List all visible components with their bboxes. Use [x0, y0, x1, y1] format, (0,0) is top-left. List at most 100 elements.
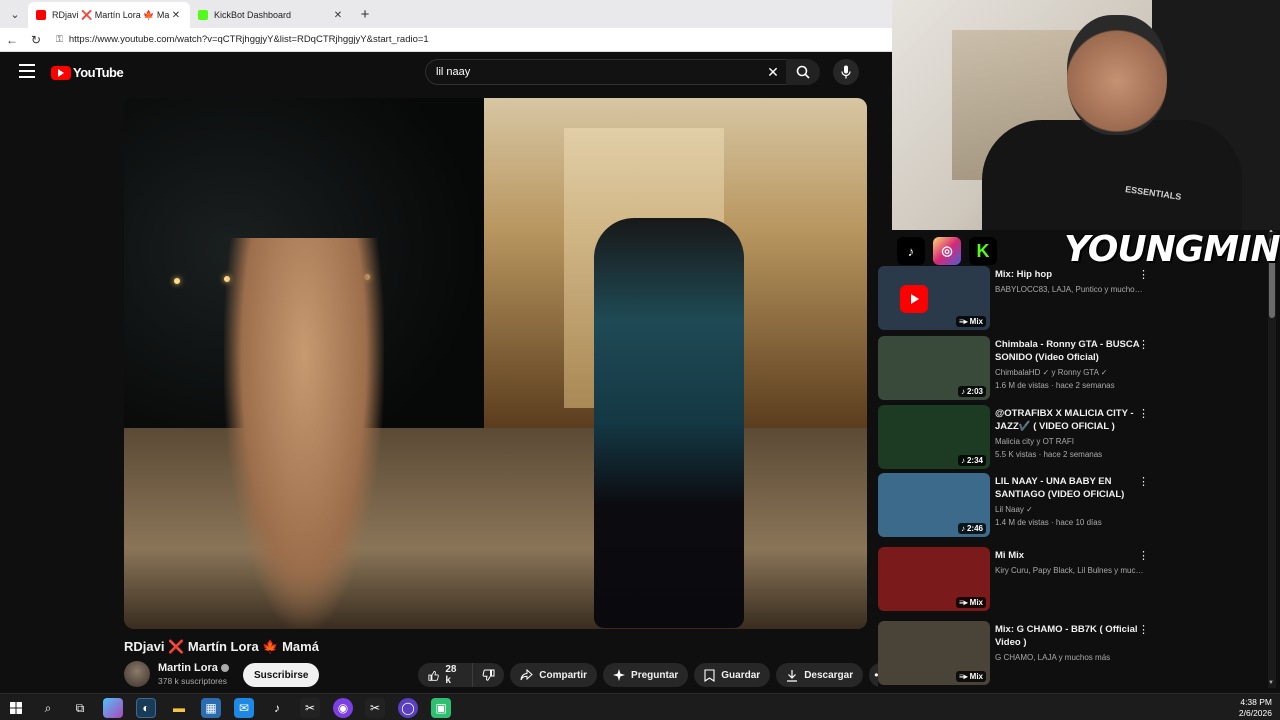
youtube-play-icon	[51, 65, 71, 80]
new-tab-button[interactable]: +	[352, 6, 378, 23]
video-frame-person	[594, 218, 744, 628]
app-icon[interactable]: ◉	[333, 698, 353, 718]
list-item[interactable]: ♪ 2:34 @OTRAFIBX X MALICIA CITY - JAZZ✔️ …	[878, 405, 1268, 471]
youtube-page: YouTube lil naay ✕ RDjavi ❌ Martín Lora …	[3, 53, 892, 691]
youtube-icon	[900, 285, 928, 313]
menu-icon[interactable]	[19, 64, 35, 78]
rec-title[interactable]: Mi Mix	[995, 549, 1145, 562]
rec-stats: 1.4 M de vistas · hace 10 días	[995, 518, 1102, 527]
mail-icon[interactable]: ✉	[234, 698, 254, 718]
channel-name[interactable]: Martin Lora	[158, 662, 229, 674]
search-icon[interactable]: ⌕	[38, 698, 58, 718]
save-button[interactable]: Guardar	[694, 663, 771, 687]
mix-badge: ≡▸ Mix	[955, 671, 986, 682]
video-thumbnail[interactable]: ♪ 2:46	[878, 473, 990, 537]
tab-title: RDjavi ❌ Martín Lora 🍁 Mamá - YouTube	[52, 9, 170, 20]
sparkle-icon	[613, 669, 626, 681]
duration-badge: ♪ 2:03	[957, 386, 986, 397]
tiktok-app-icon[interactable]: ♪	[267, 698, 287, 718]
video-actions: 28 k Compartir Preguntar Guardar Descarg…	[418, 663, 892, 687]
rec-stats: 5.5 K vistas · hace 2 semanas	[995, 450, 1103, 459]
tab-list-menu-button[interactable]: ⌄	[2, 3, 28, 25]
list-item[interactable]: ≡▸ Mix Mix: G CHAMO - BB7K ( Official Vid…	[878, 621, 1268, 687]
file-explorer-icon[interactable]: ▬	[169, 698, 189, 718]
duration-badge: ♪ 2:34	[957, 455, 986, 466]
video-thumbnail[interactable]: ≡▸ Mix	[878, 547, 990, 611]
rec-channel: BABYLOCC83, LAJA, Puntico y muchos ...	[995, 285, 1145, 294]
video-thumbnail[interactable]: ♪ 2:03	[878, 336, 990, 400]
like-dislike-group: 28 k	[418, 663, 505, 687]
duration-badge: ♪ 2:46	[957, 523, 986, 534]
rec-title[interactable]: LIL NAAY - UNA BABY EN SANTIAGO (VIDEO O…	[995, 475, 1145, 501]
like-count: 28 k	[445, 664, 457, 686]
task-view-icon[interactable]: ⧉	[70, 698, 90, 718]
dislike-button[interactable]	[473, 663, 504, 687]
video-thumbnail[interactable]: ≡▸ Mix	[878, 621, 990, 685]
scroll-down-arrow-icon[interactable]: ▼	[1268, 680, 1274, 686]
voice-search-button[interactable]	[833, 59, 859, 85]
tab-youtube[interactable]: RDjavi ❌ Martín Lora 🍁 Mamá - YouTube ✕	[28, 2, 190, 28]
capcut-icon[interactable]: ✂	[365, 698, 385, 718]
clear-search-icon[interactable]: ✕	[759, 64, 787, 81]
instagram-icon: ◎	[933, 237, 961, 265]
url-field[interactable]: ⚿ https://www.youtube.com/watch?v=qCTRjh…	[56, 31, 892, 49]
list-item[interactable]: ♪ 2:46 LIL NAAY - UNA BABY EN SANTIAGO (V…	[878, 473, 1268, 539]
browser-tabbar: ⌄ RDjavi ❌ Martín Lora 🍁 Mamá - YouTube …	[0, 0, 892, 28]
tab-title: KickBot Dashboard	[214, 10, 292, 20]
edge-browser-icon[interactable]: ◐	[136, 698, 156, 718]
video-title: RDjavi ❌ Martín Lora 🍁 Mamá	[124, 639, 319, 654]
obs-icon[interactable]: ◯	[398, 698, 418, 718]
streamer-face	[1067, 15, 1167, 135]
rec-channel: ChimbalaHD ✓ y Ronny GTA ✓	[995, 368, 1108, 377]
reload-button[interactable]: ↻	[24, 33, 48, 47]
more-options-icon[interactable]: ⋮	[1138, 338, 1149, 351]
rec-title[interactable]: Chimbala - Ronny GTA - BUSCA SONIDO (Vid…	[995, 338, 1145, 364]
search-input[interactable]: lil naay ✕	[425, 59, 788, 85]
rec-title[interactable]: @OTRAFIBX X MALICIA CITY - JAZZ✔️ ( VIDE…	[995, 407, 1145, 433]
clock-time: 4:38 PM	[1240, 697, 1272, 707]
copilot-icon[interactable]	[103, 698, 123, 718]
list-item[interactable]: ≡▸ Mix Mi Mix Kiry Curu, Papy Black, Lil B…	[878, 547, 1268, 613]
store-icon[interactable]: ▦	[201, 698, 221, 718]
more-options-icon[interactable]: ⋮	[1138, 407, 1149, 420]
subscribe-button[interactable]: Suscribirse	[243, 663, 320, 687]
video-thumbnail[interactable]: ≡▸ Mix	[878, 266, 990, 330]
close-tab-icon[interactable]: ✕	[332, 10, 344, 21]
scrollbar[interactable]	[1268, 232, 1276, 688]
address-bar: ← ↻ ⚿ https://www.youtube.com/watch?v=qC…	[0, 28, 892, 52]
system-clock[interactable]: 4:38 PM 2/6/2026	[1239, 697, 1272, 719]
app-icon[interactable]: ▣	[431, 698, 451, 718]
video-thumbnail[interactable]: ♪ 2:34	[878, 405, 990, 469]
share-button[interactable]: Compartir	[510, 663, 598, 687]
rec-title[interactable]: Mix: G CHAMO - BB7K ( Official Video )	[995, 623, 1145, 649]
list-item[interactable]: ≡▸ Mix Mix: Hip hop BABYLOCC83, LAJA, Punt…	[878, 266, 1268, 332]
more-options-icon[interactable]: ⋮	[1138, 475, 1149, 488]
close-tab-icon[interactable]: ✕	[170, 10, 182, 21]
site-info-icon[interactable]: ⚿	[56, 34, 63, 45]
capcut-icon[interactable]: ✂	[300, 698, 320, 718]
video-player[interactable]	[124, 98, 867, 629]
taskbar: ⌕ ⧉ ◐ ▬ ▦ ✉ ♪ ✂ ◉ ✂ ◯ ▣ 4:38 PM 2/6/2026	[0, 693, 1280, 720]
kickbot-favicon-icon	[198, 10, 208, 20]
bookmark-icon	[704, 668, 715, 682]
rec-channel: Malicia city y OT RAFI	[995, 437, 1074, 446]
download-button[interactable]: Descargar	[776, 663, 864, 687]
rec-channel: G CHAMO, LAJA y muchos más	[995, 653, 1111, 662]
streamer-name: YOUNGMINOR	[1064, 229, 1280, 270]
back-button[interactable]: ←	[0, 33, 24, 47]
ask-button[interactable]: Preguntar	[603, 663, 689, 687]
recommendations-list: ≡▸ Mix Mix: Hip hop BABYLOCC83, LAJA, Punt…	[878, 230, 1280, 691]
list-item[interactable]: ♪ 2:03 Chimbala - Ronny GTA - BUSCA SONID…	[878, 336, 1268, 402]
more-options-icon[interactable]: ⋮	[1138, 549, 1149, 562]
channel-avatar[interactable]	[124, 661, 150, 687]
tab-kickbot[interactable]: KickBot Dashboard ✕	[190, 2, 352, 28]
thumbs-down-icon	[482, 669, 495, 681]
search-button[interactable]	[786, 59, 820, 85]
windows-start-icon[interactable]	[6, 698, 26, 718]
social-icons: ♪ ◎ K	[897, 232, 1005, 313]
more-options-icon[interactable]: ⋮	[1138, 623, 1149, 636]
rec-channel: Kiry Curu, Papy Black, Lil Bulnes y much…	[995, 566, 1145, 575]
like-button[interactable]: 28 k	[418, 663, 474, 687]
mix-badge: ≡▸ Mix	[955, 316, 986, 327]
youtube-logo[interactable]: YouTube	[51, 65, 124, 80]
